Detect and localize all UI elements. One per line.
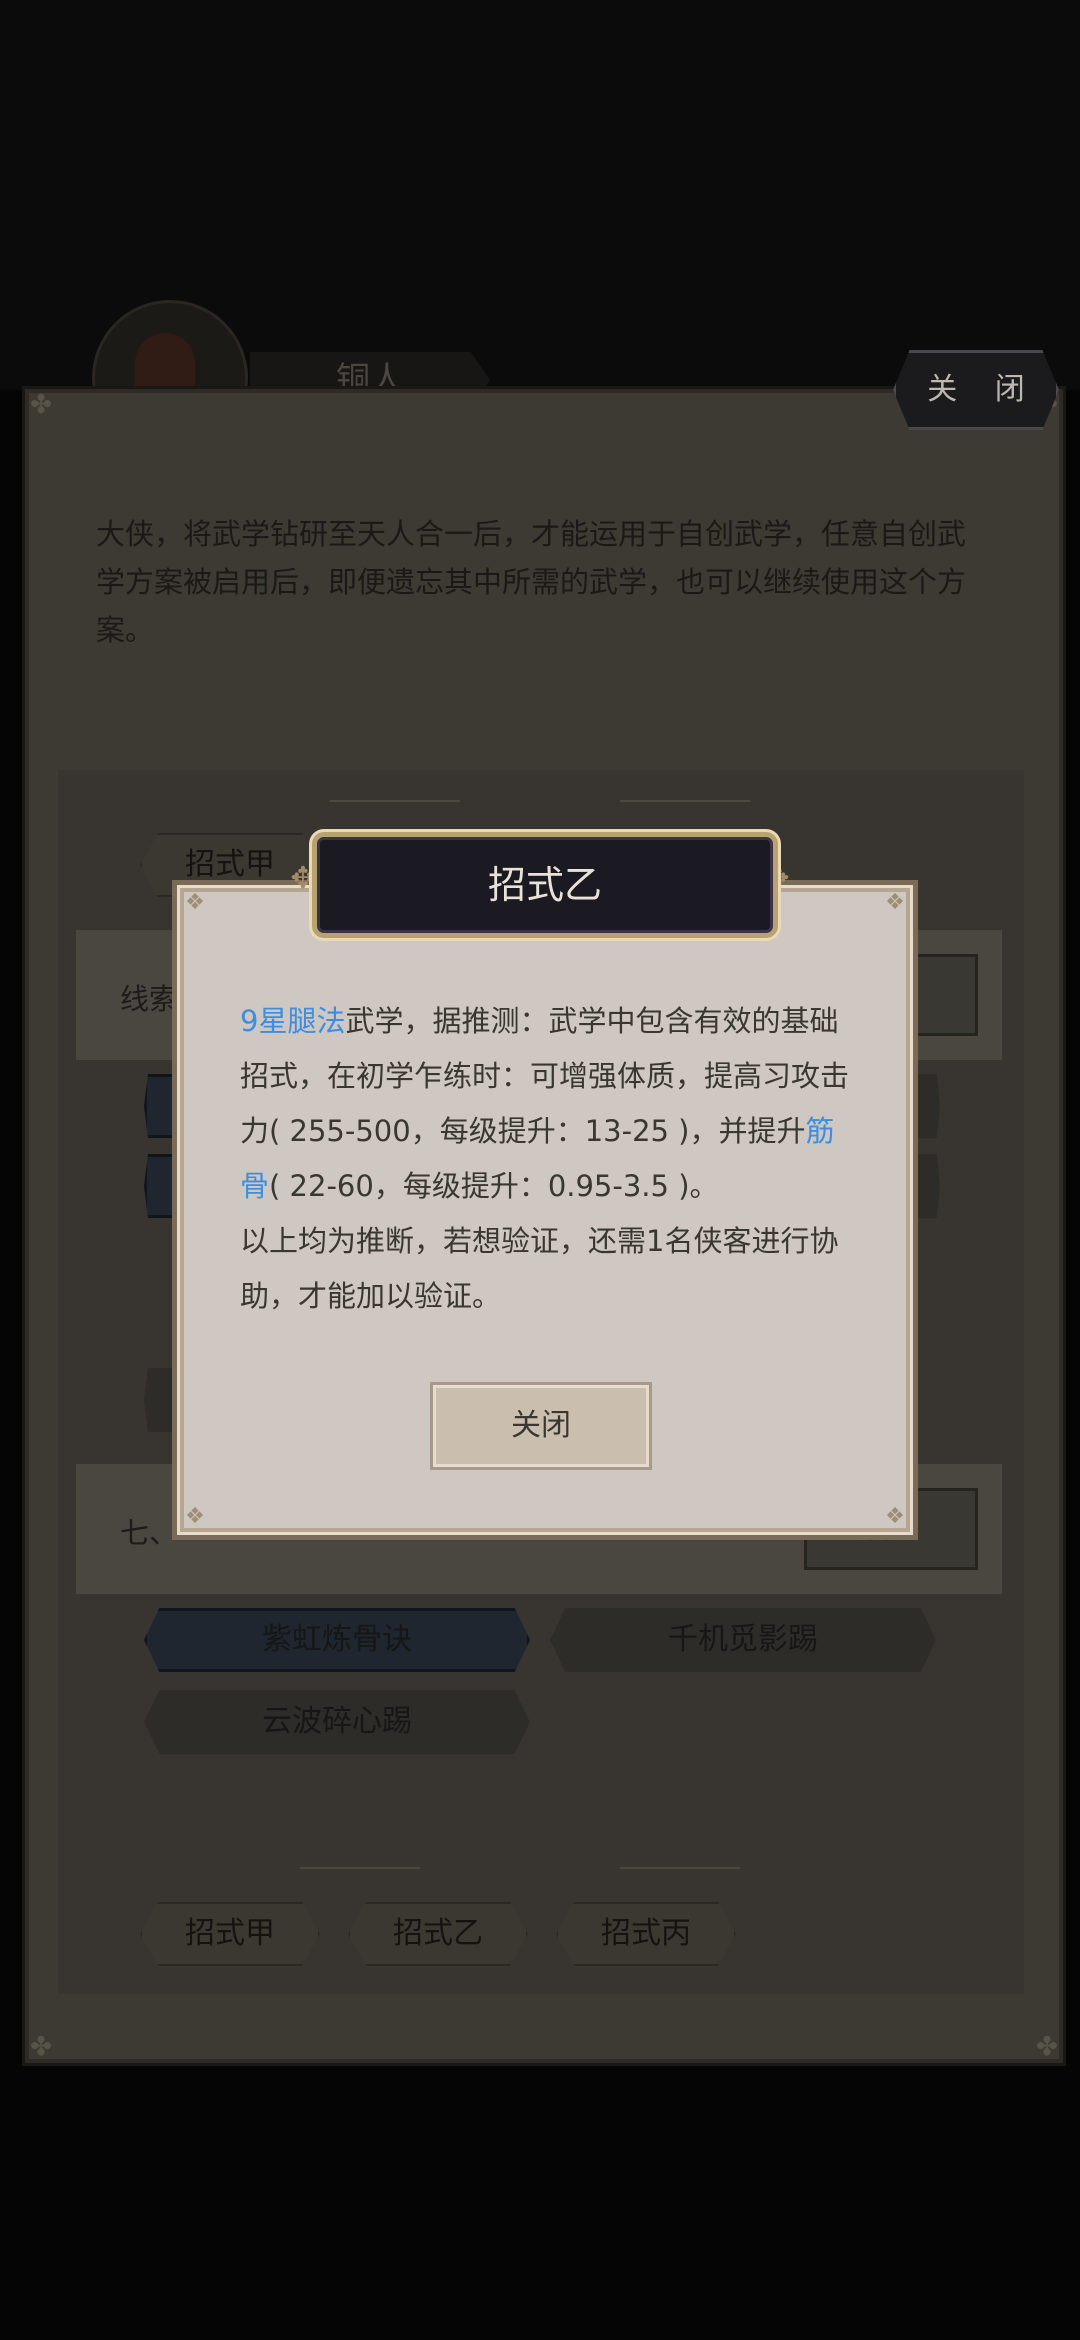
skill-pill-qianji[interactable]: 千机觅影踢 [550,1608,936,1672]
corner-ornament-icon: ❖ [185,890,205,915]
corner-ornament-icon: ✤ [30,390,52,420]
divider-ornament [300,1867,420,1869]
dialog-title-plate: 招式乙 [312,832,778,938]
divider-ornament [330,800,460,802]
corner-ornament-icon: ❖ [885,1504,905,1529]
scheme-row-label: 线索 [120,982,179,1016]
dialog-close-button[interactable]: 关闭 [430,1382,652,1470]
divider-ornament [620,800,750,802]
dialog-title: 招式乙 [487,863,602,907]
body-text-part: ( 22-60，每级提升：0.95-3.5 )。 [269,1169,719,1203]
skill-pill-zihong[interactable]: 紫虹炼骨诀 [144,1608,530,1672]
corner-ornament-icon: ✤ [30,2032,52,2062]
scheme-row-label: 七、 [120,1516,179,1550]
divider-ornament [620,1867,740,1869]
corner-ornament-icon: ✤ [1036,2032,1058,2062]
tab-scheme-c[interactable]: 招式丙 [556,1902,736,1966]
corner-ornament-icon: ❖ [185,1504,205,1529]
corner-ornament-icon: ❖ [885,890,905,915]
skill-type-highlight: 9星腿法 [240,1004,346,1038]
tab-scheme-b[interactable]: 招式乙 [348,1902,528,1966]
body-text-note: 以上均为推断，若想验证，还需1名侠客进行协助，才能加以验证。 [240,1224,839,1313]
skill-pill-yunbo[interactable]: 云波碎心踢 [144,1690,530,1754]
panel-close-button[interactable]: 关 闭 [893,350,1059,430]
tab-scheme-a[interactable]: 招式甲 [140,1902,320,1966]
dialog-body-text: 9星腿法武学，据推测：武学中包含有效的基础招式，在初学乍练时：可增强体质，提高习… [240,994,852,1324]
intro-text: 大侠，将武学钻研至天人合一后，才能运用于自创武学，任意自创武学方案被启用后，即便… [96,517,967,647]
